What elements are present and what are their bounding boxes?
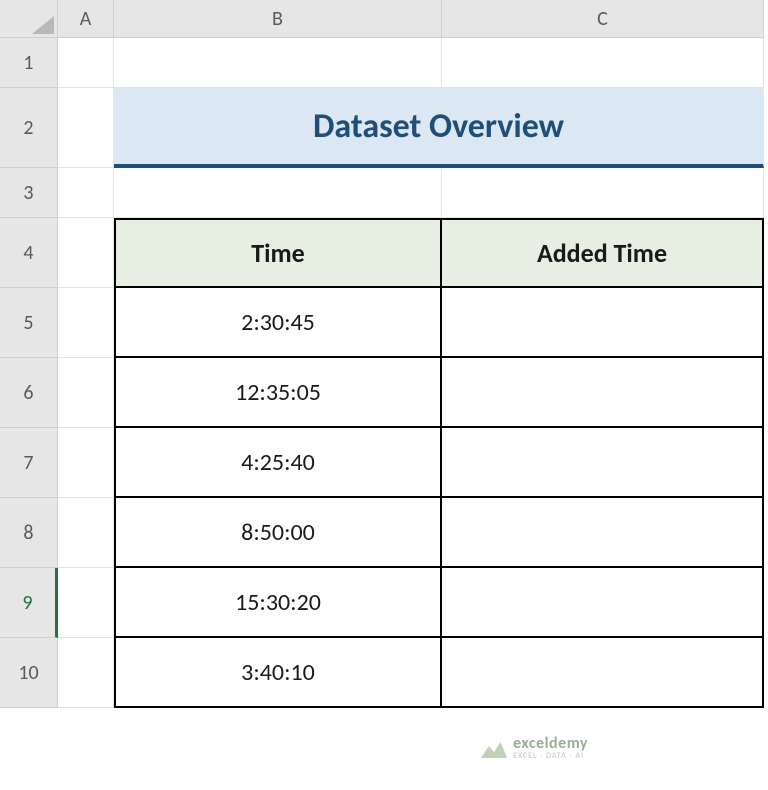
cell-added-2[interactable] <box>442 428 764 498</box>
cell-A5[interactable] <box>58 288 114 358</box>
cell-time-2[interactable]: 4:25:40 <box>114 428 442 498</box>
table-header-added[interactable]: Added Time <box>442 218 764 288</box>
cell-added-1[interactable] <box>442 358 764 428</box>
row-header-9[interactable]: 9 <box>0 568 58 638</box>
cell-A6[interactable] <box>58 358 114 428</box>
cell-added-5[interactable] <box>442 638 764 708</box>
cell-B3[interactable] <box>114 168 442 218</box>
cell-A2[interactable] <box>58 88 114 168</box>
cell-A9[interactable] <box>58 568 114 638</box>
cell-time-1[interactable]: 12:35:05 <box>114 358 442 428</box>
col-header-A[interactable]: A <box>58 0 114 38</box>
cell-time-0[interactable]: 2:30:45 <box>114 288 442 358</box>
select-all-corner[interactable] <box>0 0 58 38</box>
cell-time-4[interactable]: 15:30:20 <box>114 568 442 638</box>
row-header-6[interactable]: 6 <box>0 358 58 428</box>
cell-B1[interactable] <box>114 38 442 88</box>
spreadsheet-grid: A B C 1 2 Dataset Overview 3 4 Time Adde… <box>0 0 768 708</box>
cell-A10[interactable] <box>58 638 114 708</box>
cell-added-4[interactable] <box>442 568 764 638</box>
watermark-icon <box>481 738 507 758</box>
row-header-8[interactable]: 8 <box>0 498 58 568</box>
col-header-C[interactable]: C <box>442 0 764 38</box>
watermark: exceldemy EXCEL · DATA · AI <box>481 736 588 760</box>
row-header-5[interactable]: 5 <box>0 288 58 358</box>
row-header-10[interactable]: 10 <box>0 638 58 708</box>
row-header-4[interactable]: 4 <box>0 218 58 288</box>
row-header-2[interactable]: 2 <box>0 88 58 168</box>
title-cell[interactable]: Dataset Overview <box>114 88 764 168</box>
cell-A7[interactable] <box>58 428 114 498</box>
row-header-1[interactable]: 1 <box>0 38 58 88</box>
cell-time-3[interactable]: 8:50:00 <box>114 498 442 568</box>
watermark-text: exceldemy EXCEL · DATA · AI <box>513 736 588 760</box>
cell-A1[interactable] <box>58 38 114 88</box>
cell-A8[interactable] <box>58 498 114 568</box>
cell-added-3[interactable] <box>442 498 764 568</box>
cell-added-0[interactable] <box>442 288 764 358</box>
cell-A4[interactable] <box>58 218 114 288</box>
table-header-time[interactable]: Time <box>114 218 442 288</box>
row-header-3[interactable]: 3 <box>0 168 58 218</box>
cell-time-5[interactable]: 3:40:10 <box>114 638 442 708</box>
cell-C3[interactable] <box>442 168 764 218</box>
cell-C1[interactable] <box>442 38 764 88</box>
col-header-B[interactable]: B <box>114 0 442 38</box>
row-header-7[interactable]: 7 <box>0 428 58 498</box>
cell-A3[interactable] <box>58 168 114 218</box>
